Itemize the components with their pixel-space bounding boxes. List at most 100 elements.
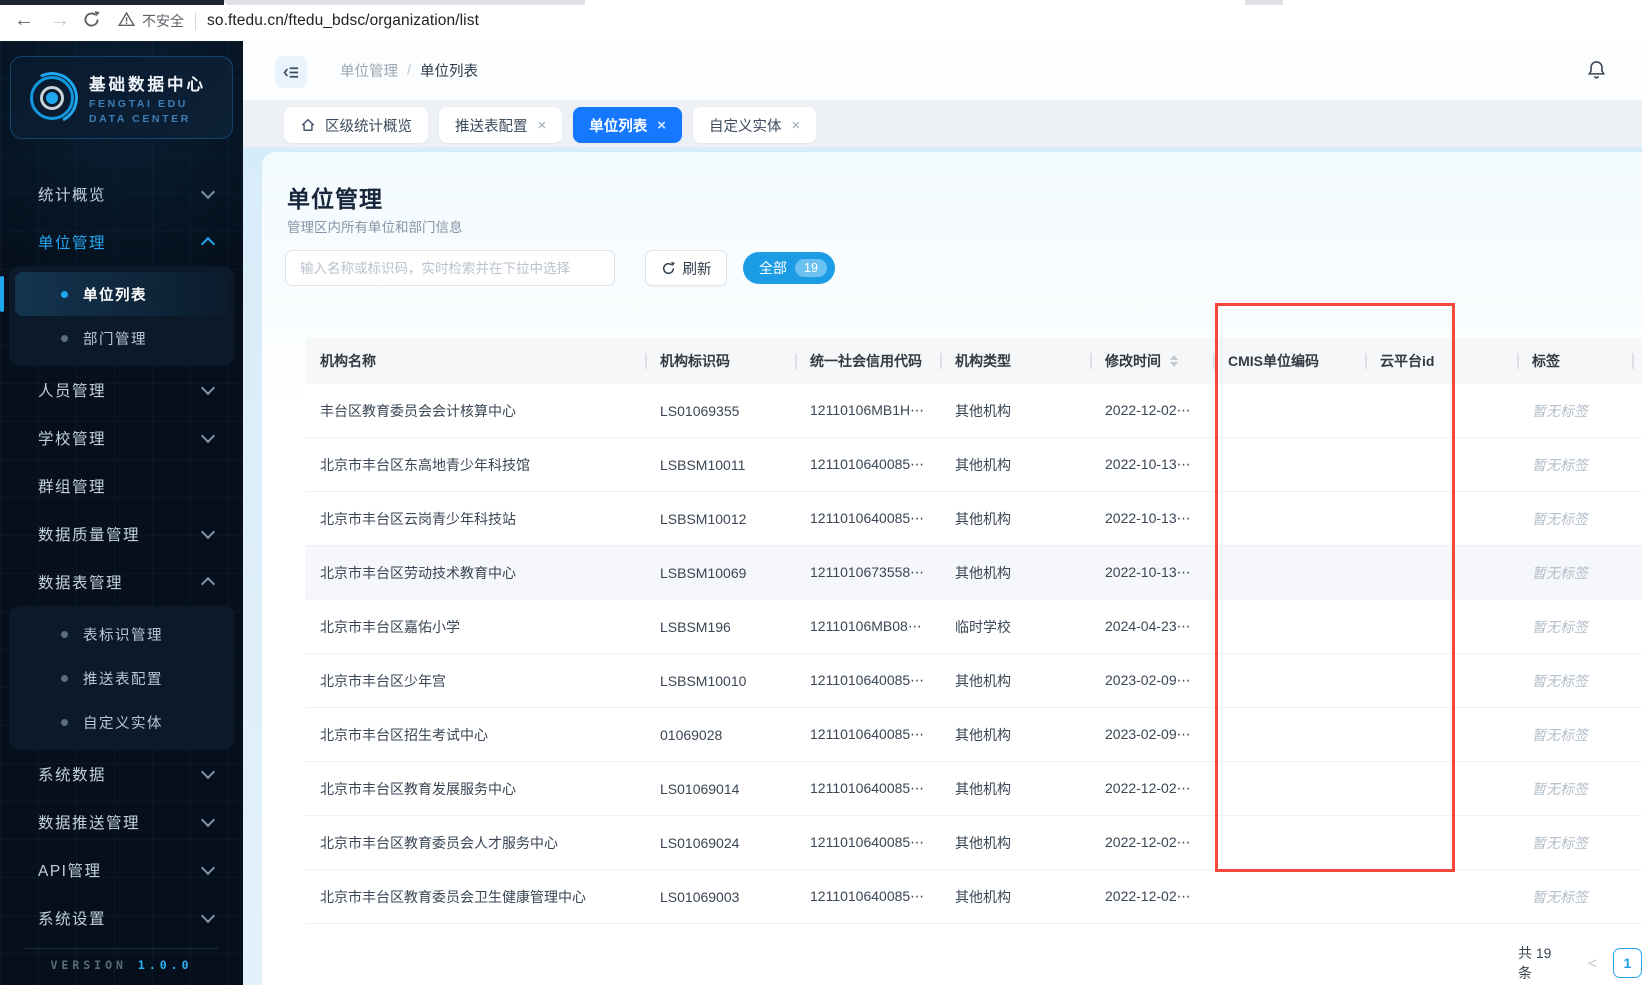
sidebar-item[interactable]: 统计概览 [0,170,243,218]
table-row[interactable]: 北京市丰台区嘉佑小学 LSBSM196 12110106MB08⋯ 临时学校 2… [305,599,1642,654]
cell-org-type: 其他机构 [940,761,1090,816]
sidebar-item-label: 系统设置 [38,911,107,928]
sidebar-item[interactable]: 群组管理 [0,462,243,510]
sidebar-item-label: 数据质量管理 [38,527,141,544]
cell-org-code: LSBSM10012 [645,491,795,546]
sidebar-subitem-label: 部门管理 [83,331,147,348]
tab-district-stats[interactable]: 区级统计概览 [284,107,428,143]
filter-all-label: 全部 [759,260,787,276]
pagination-prev-icon[interactable]: < [1588,954,1597,972]
cell-credit-code: 1211010640085⋯ [795,653,940,708]
sidebar-item[interactable]: 数据质量管理 [0,510,243,558]
cell-credit-code: 1211010673558⋯ [795,545,940,600]
cell-cmis-code [1213,815,1365,870]
sidebar-item[interactable]: 单位管理 [0,218,243,266]
app-subtitle-line2: DATA CENTER [89,112,191,125]
cell-org-code: LSBSM196 [645,599,795,654]
sidebar-subitem[interactable]: 自定义实体 [15,700,228,744]
app-title: 基础数据中心 [89,75,206,94]
tab-push-table-config[interactable]: 推送表配置 × [439,107,563,143]
cell-org-type: 其他机构 [940,869,1090,924]
refresh-label: 刷新 [682,261,712,278]
cell-cloud-id [1365,653,1517,708]
table-row[interactable]: 北京市丰台区招生考试中心 01069028 1211010640085⋯ 其他机… [305,707,1642,762]
version-number: 1.0.0 [137,958,193,972]
cell-modified-time: 2022-12-02⋯ [1090,384,1213,438]
sidebar-item[interactable]: 数据推送管理 [0,798,243,846]
sidebar-item-label: 系统数据 [38,767,107,784]
table-row[interactable]: 北京市丰台区教育发展服务中心 LS01069014 1211010640085⋯… [305,761,1642,816]
pagination-page-1-button[interactable]: 1 [1612,948,1642,978]
cell-org-name: 北京市丰台区嘉佑小学 [305,599,645,654]
org-table: 机构名称 机构标识码 统一社会信用代码 机构类型 修改时间 CMIS单位编码 云… [305,338,1642,924]
sidebar-subitem[interactable]: 单位列表 [0,272,228,316]
pagination: 共 19 条 < 1 [1518,945,1642,981]
cell-org-type: 其他机构 [940,437,1090,492]
sidebar-item[interactable]: API管理 [0,846,243,894]
cell-modified-time: 2022-10-13⋯ [1090,437,1213,492]
divider [25,948,218,949]
tab-custom-entity[interactable]: 自定义实体 × [693,107,817,143]
cell-tag: 暂无标签 [1517,707,1642,762]
browser-reload-icon[interactable] [82,10,101,34]
browser-forward-icon[interactable]: → [50,7,70,33]
sidebar-item[interactable]: 学校管理 [0,414,243,462]
sidebar-subitem[interactable]: 推送表配置 [15,656,228,700]
tab-label: 推送表配置 [455,118,528,135]
close-icon[interactable]: × [657,118,666,133]
cell-cloud-id [1365,384,1517,438]
browser-back-icon[interactable]: ← [14,7,34,33]
column-header-cmis-code: CMIS单位编码 [1213,338,1365,384]
sidebar-subitem[interactable]: 表标识管理 [15,612,228,656]
cell-credit-code: 1211010640085⋯ [795,869,940,924]
cell-tag: 暂无标签 [1517,491,1642,546]
address-bar[interactable]: 不安全 so.ftedu.cn/ftedu_bdsc/organization/… [117,8,479,34]
table-row[interactable]: 丰台区教育委员会会计核算中心 LS01069355 12110106MB1H⋯ … [305,384,1642,438]
table-row[interactable]: 北京市丰台区教育委员会人才服务中心 LS01069024 12110106400… [305,815,1642,870]
filter-all-button[interactable]: 全部 19 [743,252,835,284]
table-row[interactable]: 北京市丰台区劳动技术教育中心 LSBSM10069 1211010673558⋯… [305,545,1642,600]
close-icon[interactable]: × [538,118,547,133]
sidebar-item[interactable]: 系统设置 [0,894,243,942]
cell-cmis-code [1213,653,1365,708]
sidebar-collapse-button[interactable] [275,56,307,88]
chevron-icon [200,764,216,780]
cell-credit-code: 12110106MB08⋯ [795,599,940,654]
table-row[interactable]: 北京市丰台区教育委员会卫生健康管理中心 LS01069003 121101064… [305,869,1642,924]
security-label: 不安全 [142,13,184,29]
url-divider [195,12,196,30]
app-subtitle-line1: FENGTAI EDU [89,97,188,110]
search-input[interactable] [285,250,615,286]
cell-modified-time: 2022-12-02⋯ [1090,869,1213,924]
table-row[interactable]: 北京市丰台区少年宫 LSBSM10010 1211010640085⋯ 其他机构… [305,653,1642,708]
cell-cmis-code [1213,707,1365,762]
cell-tag: 暂无标签 [1517,599,1642,654]
sidebar-item[interactable]: 系统数据 [0,750,243,798]
open-tabs-bar: 区级统计概览 推送表配置 × 单位列表 × 自定义实体 × [243,100,1642,147]
cell-credit-code: 1211010640085⋯ [795,491,940,546]
browser-tabstrip [0,0,1642,5]
close-icon[interactable]: × [792,118,801,133]
browser-tabstrip-dark-segment [0,0,224,5]
breadcrumb-parent[interactable]: 单位管理 [340,60,398,81]
table-row[interactable]: 北京市丰台区东高地青少年科技馆 LSBSM10011 1211010640085… [305,437,1642,492]
sidebar-subitem[interactable]: 部门管理 [15,316,228,360]
sidebar-item[interactable]: 人员管理 [0,366,243,414]
cell-cloud-id [1365,869,1517,924]
tab-unit-list[interactable]: 单位列表 × [573,107,683,143]
cell-modified-time: 2023-02-09⋯ [1090,707,1213,762]
cell-tag: 暂无标签 [1517,869,1642,924]
sort-icon[interactable] [1170,355,1178,367]
cell-org-code: LSBSM10011 [645,437,795,492]
cell-cloud-id [1365,707,1517,762]
cell-tag: 暂无标签 [1517,653,1642,708]
bullet-icon [61,630,68,638]
cell-cmis-code [1213,384,1365,438]
chevron-icon [200,428,216,444]
notification-bell-icon[interactable] [1587,60,1606,85]
sidebar-item[interactable]: 数据表管理 [0,558,243,606]
sidebar-footer: VERSION 1.0.0 [0,948,243,972]
refresh-button[interactable]: 刷新 [645,250,727,286]
cell-cloud-id [1365,491,1517,546]
table-row[interactable]: 北京市丰台区云岗青少年科技站 LSBSM10012 1211010640085⋯… [305,491,1642,546]
